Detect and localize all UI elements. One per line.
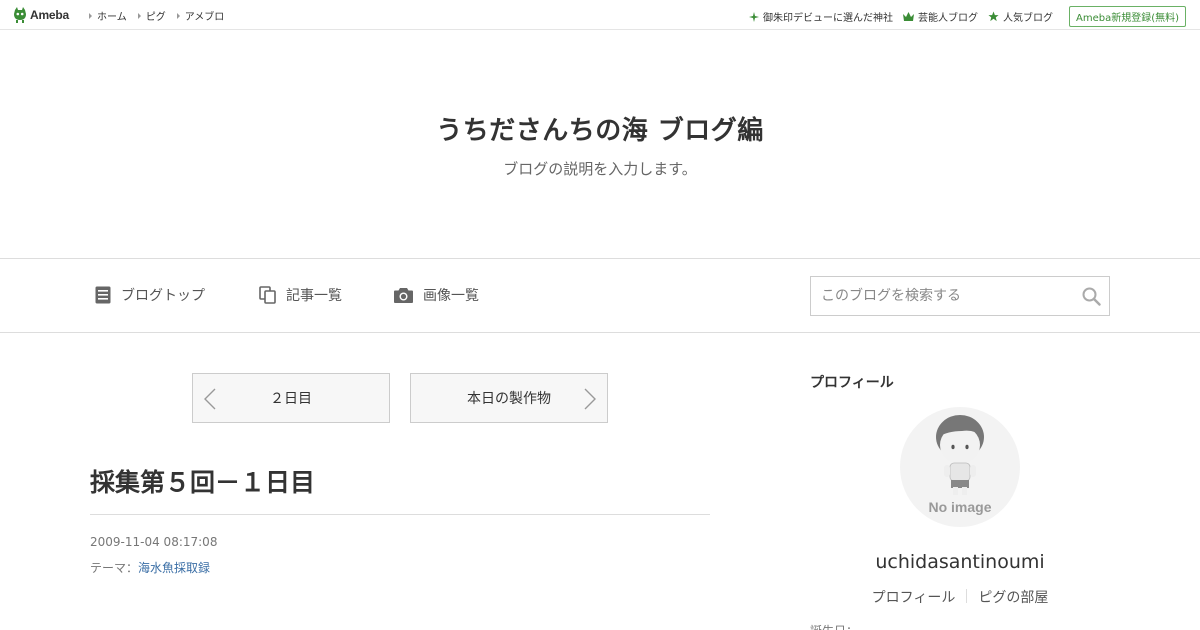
profile-heading: プロフィール	[810, 375, 894, 391]
top-nav-pigg-label: ピグ	[145, 12, 166, 23]
top-bar: Ameba ホーム ピグ アメブロ 御朱印デビューに選んだ神社 芸能人ブログ 人…	[0, 0, 1200, 30]
top-nav-ameblo-label: アメブロ	[184, 12, 225, 23]
no-image-text: No image	[928, 499, 992, 515]
search-icon[interactable]	[1082, 287, 1101, 306]
top-nav-home[interactable]: ホーム	[89, 8, 127, 23]
profile-link[interactable]: プロフィール	[861, 587, 967, 607]
crown-icon	[902, 12, 914, 21]
prev-article-button[interactable]: ２日目	[192, 373, 390, 423]
entry-theme-label: テーマ：	[90, 561, 139, 575]
ameba-logo[interactable]: Ameba	[13, 6, 69, 24]
top-nav-ameblo[interactable]: アメブロ	[176, 8, 225, 23]
birthday-label: 誕生日：	[810, 622, 858, 630]
ameba-mascot-icon	[14, 7, 26, 23]
top-nav-pigg[interactable]: ピグ	[137, 8, 166, 23]
blog-header: うちださんちの海 ブログ編 ブログの説明を入力します。	[0, 30, 1200, 259]
prev-article-label: ２日目	[270, 391, 312, 407]
nav-article-list-label: 記事一覧	[286, 288, 342, 304]
search-input[interactable]	[811, 277, 1071, 315]
nav-image-list-label: 画像一覧	[423, 288, 479, 304]
entry-title: 採集第５回－１日目	[90, 468, 316, 497]
top-nav-home-label: ホーム	[97, 12, 127, 23]
entry-theme: テーマ：海水魚採取録	[90, 559, 210, 576]
popular-blog-link[interactable]: 人気ブログ	[988, 9, 1053, 24]
next-article-button[interactable]: 本日の製作物	[410, 373, 608, 423]
nav-blog-top-label: ブログトップ	[121, 288, 205, 304]
chevron-left-icon	[204, 388, 216, 410]
blog-search	[810, 276, 1110, 316]
nav-image-list[interactable]: 画像一覧	[394, 285, 479, 305]
entry-divider	[90, 514, 710, 515]
entry-date: 2009-11-04 08:17:08	[90, 535, 218, 549]
profile-username[interactable]: uchidasantinoumi	[810, 551, 1110, 573]
sparkle-icon	[748, 11, 759, 22]
chevron-right-icon	[584, 388, 596, 410]
register-button[interactable]: Ameba新規登録(無料)	[1068, 6, 1186, 27]
logo-text: Ameba	[30, 8, 70, 22]
celebrity-blog-label: 芸能人ブログ	[917, 13, 978, 24]
entry-theme-link[interactable]: 海水魚採取録	[138, 561, 210, 575]
copy-icon	[259, 286, 276, 304]
top-right-links: 御朱印デビューに選んだ神社 芸能人ブログ 人気ブログ Ameba新規登録(無料)	[748, 6, 1186, 27]
triangle-right-icon	[176, 12, 180, 19]
blog-title[interactable]: うちださんちの海 ブログ編	[0, 110, 1200, 147]
blog-nav-bar: ブログトップ 記事一覧 画像一覧	[0, 260, 1200, 333]
triangle-right-icon	[89, 12, 92, 19]
camera-icon	[394, 288, 413, 303]
profile-links: プロフィール ピグの部屋	[810, 587, 1110, 607]
celebrity-blog-link[interactable]: 芸能人ブログ	[902, 9, 978, 24]
shrine-link[interactable]: 御朱印デビューに選んだ神社	[748, 9, 893, 24]
next-article-label: 本日の製作物	[467, 391, 551, 407]
pigg-room-link[interactable]: ピグの部屋	[967, 587, 1059, 607]
popular-blog-label: 人気ブログ	[1002, 13, 1053, 24]
shrine-link-label: 御朱印デビューに選んだ神社	[762, 13, 893, 24]
document-icon	[95, 286, 111, 304]
star-icon	[988, 11, 999, 22]
nav-article-list[interactable]: 記事一覧	[259, 285, 342, 305]
blog-description: ブログの説明を入力します。	[503, 160, 697, 178]
nav-blog-top[interactable]: ブログトップ	[95, 285, 205, 305]
triangle-right-icon	[137, 12, 141, 19]
avatar[interactable]: No image	[900, 407, 1020, 527]
top-nav: ホーム ピグ アメブロ	[89, 8, 235, 23]
